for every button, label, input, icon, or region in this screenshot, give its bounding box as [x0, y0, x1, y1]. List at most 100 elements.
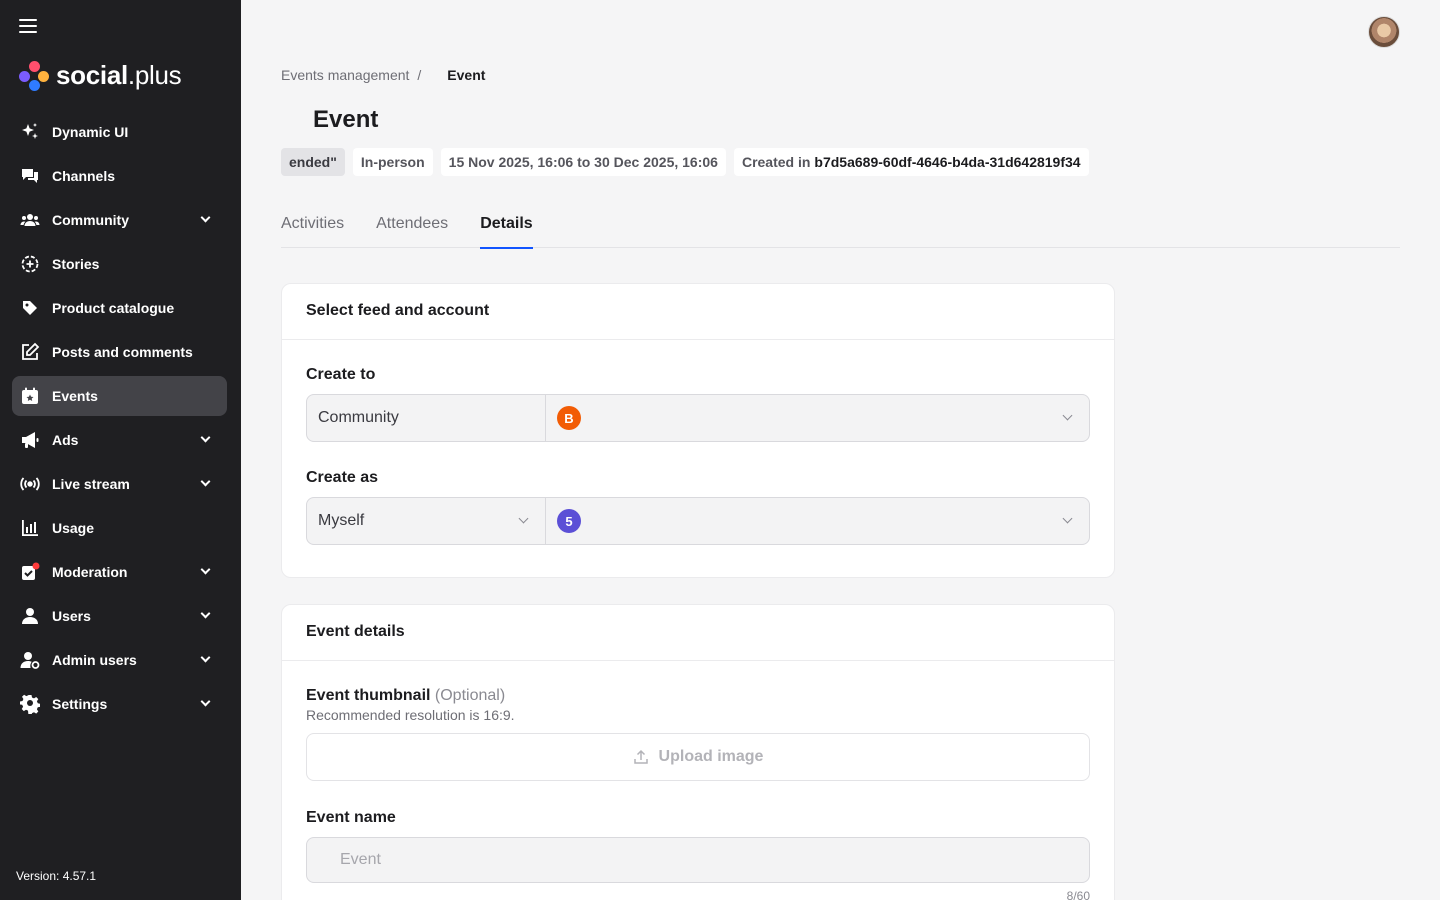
event-type-badge: In-person	[352, 148, 433, 176]
bar-chart-icon	[20, 518, 40, 538]
event-meta-badges: ended" In-person 15 Nov 2025, 16:06 to 3…	[281, 148, 1089, 176]
sidebar-item-ads[interactable]: Ads	[12, 420, 227, 460]
created-in-badge: Created in b7d5a689-60df-4646-b4da-31d64…	[733, 148, 1089, 176]
sidebar-item-label: Ads	[52, 432, 79, 448]
chevron-down-icon	[518, 513, 529, 524]
menu-icon[interactable]	[19, 19, 37, 35]
user-icon	[20, 606, 40, 626]
calendar-icon	[20, 386, 40, 406]
sidebar-item-label: Admin users	[52, 652, 137, 668]
sidebar: social.plus Dynamic UI Channels Community S…	[0, 0, 241, 900]
event-thumbnail-label: Event thumbnail (Optional)	[306, 687, 1090, 705]
event-thumbnail-label-text: Event thumbnail	[306, 687, 431, 704]
create-as-selector: Myself 5	[306, 497, 1090, 545]
sidebar-item-label: Settings	[52, 696, 108, 712]
community-avatar: B	[557, 406, 581, 430]
gear-icon	[20, 694, 40, 714]
sidebar-item-label: Moderation	[52, 564, 128, 580]
sparkles-icon	[20, 122, 40, 142]
broadcast-icon	[20, 474, 40, 494]
create-as-label: Create as	[306, 469, 379, 486]
create-to-label: Create to	[306, 366, 376, 383]
sidebar-item-dynamic-ui[interactable]: Dynamic UI	[12, 112, 227, 152]
create-as-type-value: Myself	[318, 512, 365, 529]
event-name-input[interactable]: Event	[306, 837, 1090, 883]
sidebar-item-moderation[interactable]: Moderation	[12, 552, 227, 592]
sidebar-item-live-stream[interactable]: Live stream	[12, 464, 227, 504]
user-avatar[interactable]	[1368, 16, 1400, 48]
chevron-down-icon	[1062, 513, 1073, 524]
account-avatar: 5	[557, 509, 581, 533]
people-icon	[20, 210, 40, 230]
feed-account-card-title: Select feed and account	[282, 284, 1114, 340]
created-in-label: Created in	[741, 154, 811, 170]
sidebar-item-label: Dynamic UI	[52, 124, 129, 140]
breadcrumb: Events management / Event	[281, 67, 485, 83]
chevron-down-icon	[200, 608, 211, 619]
chevron-down-icon	[200, 432, 211, 443]
chevron-down-icon	[1062, 410, 1073, 421]
event-details-card: Event details Event thumbnail (Optional)…	[281, 604, 1115, 900]
create-as-account-select[interactable]: 5	[546, 498, 1089, 544]
event-name-label: Event name	[306, 809, 396, 826]
sidebar-item-settings[interactable]: Settings	[12, 684, 227, 724]
event-name-char-counter: 8/60	[1066, 889, 1090, 900]
created-in-id: b7d5a689-60df-4646-b4da-31d642819f34	[814, 154, 1081, 170]
upload-icon	[633, 749, 648, 764]
sidebar-item-label: Stories	[52, 256, 100, 272]
sidebar-item-users[interactable]: Users	[12, 596, 227, 636]
sidebar-item-posts-and-comments[interactable]: Posts and comments	[12, 332, 227, 372]
create-as-type-select[interactable]: Myself	[307, 498, 546, 544]
edit-icon	[20, 342, 40, 362]
sidebar-item-label: Users	[52, 608, 91, 624]
sidebar-item-label: Product catalogue	[52, 300, 175, 316]
tab-details[interactable]: Details	[480, 206, 534, 249]
chat-bubbles-icon	[20, 166, 40, 186]
chevron-down-icon	[200, 652, 211, 663]
social-plus-logo-icon	[19, 60, 49, 91]
sidebar-item-usage[interactable]: Usage	[12, 508, 227, 548]
sidebar-item-channels[interactable]: Channels	[12, 156, 227, 196]
megaphone-icon	[20, 430, 40, 450]
breadcrumb-events-management[interactable]: Events management	[281, 67, 409, 83]
tab-activities[interactable]: Activities	[281, 206, 344, 248]
upload-image-label: Upload image	[658, 748, 764, 765]
sidebar-item-label: Posts and comments	[52, 344, 193, 360]
sidebar-item-label: Channels	[52, 168, 116, 184]
event-tabs: Activities Attendees Details	[281, 206, 1400, 249]
optional-tag: (Optional)	[434, 687, 506, 704]
chevron-down-icon	[200, 476, 211, 487]
sidebar-item-admin-users[interactable]: Admin users	[12, 640, 227, 680]
chevron-down-icon	[200, 212, 211, 223]
brand-name: social.plus	[56, 60, 182, 90]
tag-icon	[20, 298, 40, 318]
feed-account-card: Select feed and account Create to Commun…	[281, 283, 1115, 578]
create-to-target-select[interactable]: B	[546, 395, 1089, 441]
stories-icon	[20, 254, 40, 274]
breadcrumb-separator: /	[417, 67, 422, 83]
sidebar-item-stories[interactable]: Stories	[12, 244, 227, 284]
tab-attendees[interactable]: Attendees	[376, 206, 448, 248]
breadcrumb-current: Event	[447, 67, 486, 83]
create-to-type-value: Community	[318, 409, 399, 426]
sidebar-item-label: Usage	[52, 520, 95, 536]
brand-logo[interactable]: social.plus	[19, 60, 182, 91]
admin-user-icon	[20, 650, 40, 670]
status-badge: ended"	[281, 148, 345, 176]
sidebar-item-events[interactable]: Events	[12, 376, 227, 416]
sidebar-item-label: Community	[52, 212, 129, 228]
create-to-selector: Community B	[306, 394, 1090, 442]
page-title: Event	[313, 106, 379, 133]
event-details-card-title: Event details	[282, 605, 1114, 661]
create-to-type-field[interactable]: Community	[307, 395, 546, 441]
chevron-down-icon	[200, 696, 211, 707]
moderation-icon	[20, 562, 40, 582]
upload-image-button[interactable]: Upload image	[306, 733, 1090, 781]
sidebar-item-label: Live stream	[52, 476, 130, 492]
chevron-down-icon	[200, 564, 211, 575]
sidebar-item-community[interactable]: Community	[12, 200, 227, 240]
version-label: Version: 4.57.1	[16, 869, 97, 883]
sidebar-item-product-catalogue[interactable]: Product catalogue	[12, 288, 227, 328]
sidebar-nav: Dynamic UI Channels Community Stories Produc…	[12, 112, 227, 728]
sidebar-item-label: Events	[52, 388, 98, 404]
